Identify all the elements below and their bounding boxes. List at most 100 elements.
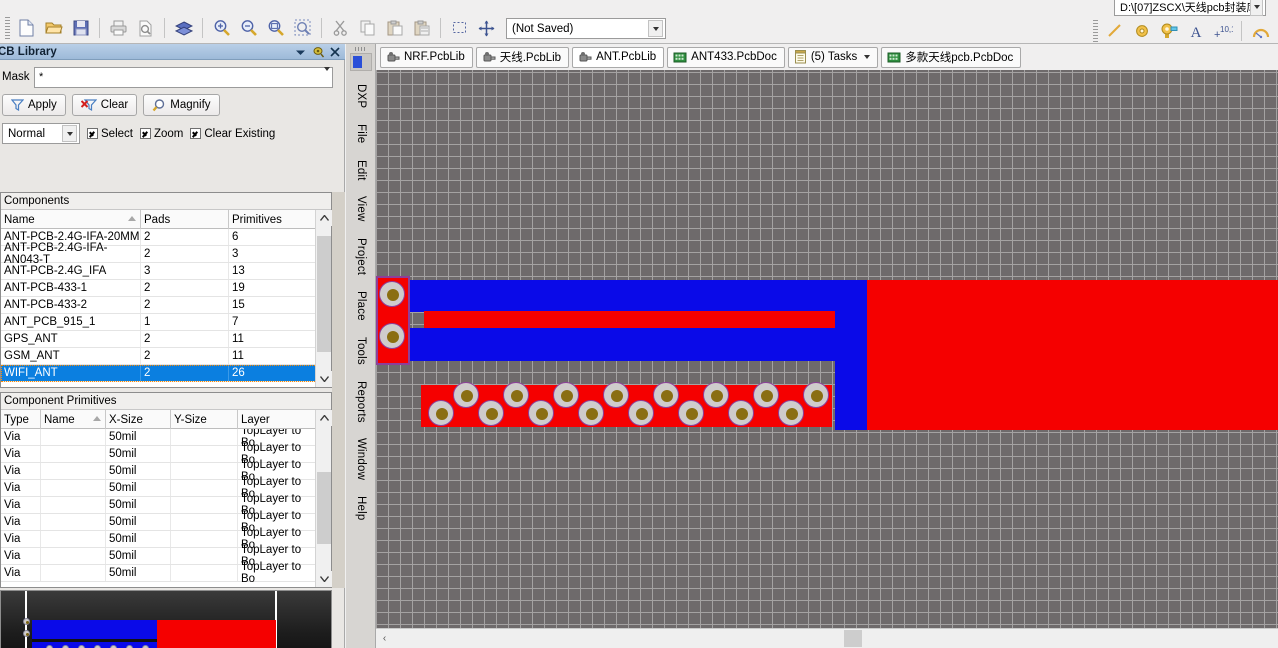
via-l2[interactable] (478, 400, 504, 426)
pin-icon[interactable] (312, 46, 324, 58)
zoom-in-icon[interactable] (209, 16, 234, 40)
open-folder-icon[interactable] (41, 16, 66, 40)
scrollbar-thumb[interactable] (317, 236, 331, 352)
top-layer-trace[interactable] (424, 311, 884, 328)
pad-2[interactable] (379, 323, 405, 349)
checkbox-box[interactable] (139, 128, 151, 139)
column-header-layer[interactable]: Layer (238, 410, 317, 429)
via-u7[interactable] (753, 382, 779, 408)
via-u1[interactable] (453, 382, 479, 408)
menu-item-place[interactable]: Place (355, 283, 367, 329)
tab-duokuan-tianxian-pcbdoc[interactable]: 多款天线pcb.PcbDoc (881, 46, 1022, 68)
close-icon[interactable] (330, 47, 340, 57)
bottom-layer-arm-lower[interactable] (408, 328, 867, 361)
text-icon[interactable]: A (1183, 19, 1208, 43)
column-header-ysize[interactable]: Y-Size (171, 410, 238, 429)
line-icon[interactable] (1102, 19, 1127, 43)
new-document-icon[interactable] (14, 16, 39, 40)
via-l6[interactable] (678, 400, 704, 426)
menu-item-dxp[interactable]: DXP (355, 76, 367, 116)
via-l3[interactable] (528, 400, 554, 426)
component-preview[interactable] (0, 590, 332, 648)
tab-nrf-pcblib[interactable]: NRF.PcbLib (380, 46, 473, 68)
menu-item-edit[interactable]: Edit (355, 152, 367, 189)
scroll-left-icon[interactable]: ‹ (376, 630, 393, 648)
column-header-type[interactable]: Type (1, 410, 41, 429)
column-header-name[interactable]: Name (41, 410, 106, 429)
chevron-down-icon[interactable] (1250, 0, 1263, 16)
column-header-pads[interactable]: Pads (141, 210, 229, 229)
mask-input[interactable]: * (34, 66, 333, 88)
via-u5[interactable] (653, 382, 679, 408)
column-header-xsize[interactable]: X-Size (106, 410, 171, 429)
menu-item-file[interactable]: File (355, 116, 367, 151)
zoom-fit-icon[interactable] (263, 16, 288, 40)
library-path-field[interactable]: D:\[07]ZSCX\天线pcb封装库\AN (1114, 0, 1266, 16)
chevron-down-icon[interactable] (648, 20, 663, 37)
chevron-down-icon[interactable] (324, 67, 330, 83)
table-row[interactable]: ANT-PCB-2.4G_IFA 3 13 (1, 263, 331, 280)
bottom-layer-arm-upper[interactable] (408, 280, 867, 312)
scroll-up-icon[interactable] (316, 410, 332, 426)
via-l1[interactable] (428, 400, 454, 426)
document-select[interactable]: (Not Saved) (506, 18, 666, 39)
chevron-down-icon[interactable] (864, 55, 871, 59)
zoom-out-icon[interactable] (236, 16, 261, 40)
table-row[interactable]: ANT-PCB-433-1 2 19 (1, 280, 331, 297)
scroll-up-icon[interactable] (316, 210, 332, 226)
vertical-menu-grip[interactable] (355, 47, 367, 51)
via-u4[interactable] (603, 382, 629, 408)
menu-item-reports[interactable]: Reports (355, 373, 367, 431)
menu-item-tools[interactable]: Tools (355, 329, 367, 373)
top-layer-pour[interactable] (867, 280, 1278, 430)
via-icon[interactable] (1156, 19, 1181, 43)
tab-ant-pcblib[interactable]: ANT.PcbLib (572, 46, 665, 68)
zoom-area-icon[interactable] (290, 16, 315, 40)
mode-select[interactable]: Normal (2, 123, 80, 144)
dxp-logo-icon[interactable] (350, 53, 372, 71)
checkbox-box[interactable] (190, 128, 202, 139)
canvas-horizontal-scrollbar[interactable]: ‹ (376, 628, 1278, 648)
save-icon[interactable] (68, 16, 93, 40)
menu-item-window[interactable]: Window (355, 430, 367, 488)
tab-tianxian-pcblib[interactable]: 天线.PcbLib (475, 46, 570, 68)
scrollbar-thumb[interactable] (844, 630, 862, 647)
table-row[interactable]: ANT-PCB-433-2 2 15 (1, 297, 331, 314)
table-row[interactable]: GPS_ANT 2 11 (1, 331, 331, 348)
layers-icon[interactable] (171, 16, 196, 40)
move-icon[interactable] (474, 16, 499, 40)
chevron-down-icon[interactable] (295, 48, 306, 57)
scroll-down-icon[interactable] (316, 571, 332, 587)
table-row[interactable]: ANT_PCB_915_1 1 7 (1, 314, 331, 331)
primitives-scrollbar[interactable] (315, 410, 332, 587)
column-header-name[interactable]: Name (1, 210, 141, 229)
via-u8[interactable] (803, 382, 829, 408)
components-scrollbar[interactable] (315, 210, 332, 387)
pad-icon[interactable] (1129, 19, 1154, 43)
via-l4[interactable] (578, 400, 604, 426)
menu-item-help[interactable]: Help (355, 488, 367, 528)
table-row-selected[interactable]: WIFI_ANT 2 26 (1, 365, 331, 382)
bottom-layer-riser[interactable] (835, 280, 867, 430)
select-checkbox[interactable]: Select (87, 128, 133, 140)
via-u2[interactable] (503, 382, 529, 408)
select-area-icon[interactable] (447, 16, 472, 40)
column-header-primitives[interactable]: Primitives (229, 210, 317, 229)
apply-button[interactable]: Apply (2, 94, 66, 116)
tab-tasks[interactable]: (5) Tasks (787, 46, 879, 68)
toolbar-grip[interactable] (5, 17, 10, 39)
arc-center-icon[interactable] (1248, 19, 1273, 43)
menu-item-project[interactable]: Project (355, 230, 367, 283)
pad-1[interactable] (379, 281, 405, 307)
scroll-down-icon[interactable] (316, 371, 332, 387)
via-l7[interactable] (728, 400, 754, 426)
pcb-editor-canvas[interactable] (376, 70, 1278, 628)
table-row[interactable]: GSM_ANT 2 11 (1, 348, 331, 365)
table-row[interactable]: Via 50mil TopLayer to Bo (1, 561, 331, 582)
coordinate-icon[interactable]: +10,10 (1210, 19, 1235, 43)
right-toolbar-grip[interactable] (1093, 20, 1098, 42)
zoom-checkbox[interactable]: Zoom (139, 128, 183, 140)
via-l8[interactable] (778, 400, 804, 426)
menu-item-view[interactable]: View (355, 188, 367, 230)
checkbox-box[interactable] (87, 128, 98, 139)
